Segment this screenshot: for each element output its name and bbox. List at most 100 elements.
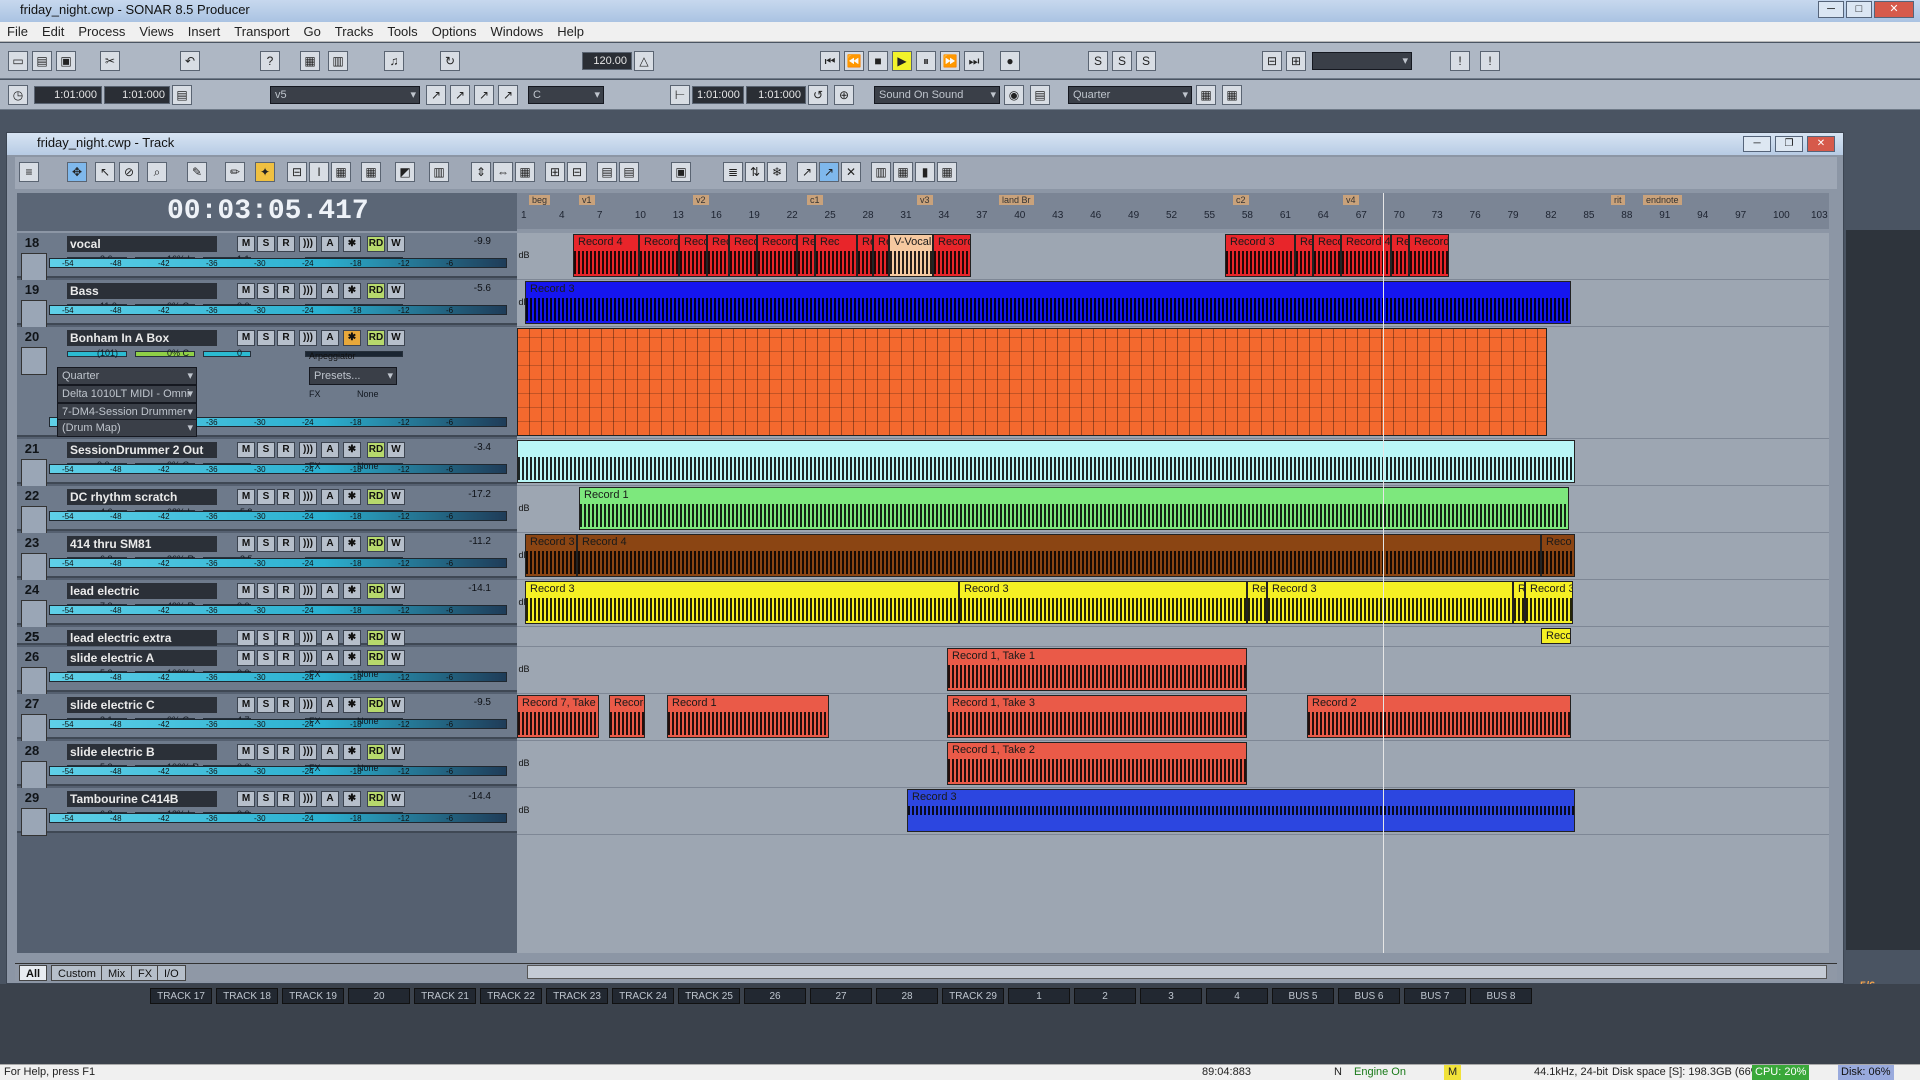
audio-clip[interactable]: Rec xyxy=(815,234,857,277)
audio-clip[interactable]: Record 3 xyxy=(525,281,1571,324)
track-option-button[interactable]: ))) xyxy=(299,442,317,458)
loop-icon[interactable]: ↻ xyxy=(440,51,460,71)
track-s-button[interactable]: S xyxy=(257,697,275,713)
track-option-button[interactable]: ))) xyxy=(299,744,317,760)
track-a-button[interactable]: A xyxy=(321,330,339,346)
quantize-combo[interactable]: Quarter xyxy=(57,367,197,385)
fast-forward-icon[interactable]: ⏩ xyxy=(940,51,960,71)
track-w-button[interactable]: W xyxy=(387,650,405,666)
smart-tool-icon[interactable]: ✥ xyxy=(67,162,87,182)
automation-tool-icon[interactable]: ✦ xyxy=(255,162,275,182)
console-strip-label[interactable]: TRACK 17 xyxy=(150,988,212,1004)
pause-icon[interactable]: ⏸ xyxy=(916,51,936,71)
close-icon[interactable]: ✕ xyxy=(1874,1,1914,18)
track-header[interactable]: 22DC rhythm scratchMSR)))A✱RDW-17.2-4.66… xyxy=(17,486,517,534)
crossfade-icon[interactable]: ✕ xyxy=(841,162,861,182)
track-gain-slider[interactable] xyxy=(203,351,251,357)
track-r-button[interactable]: R xyxy=(277,744,295,760)
track-a-button[interactable]: A xyxy=(321,489,339,505)
waveform-icon[interactable]: ▥ xyxy=(871,162,891,182)
track-option-button[interactable]: ✱ xyxy=(343,744,361,760)
track-option-button[interactable]: ✱ xyxy=(343,630,361,646)
track-header[interactable]: 27slide electric CMSR)))A✱RDW-9.5-3.10% … xyxy=(17,694,517,742)
menu-go[interactable]: Go xyxy=(296,22,327,41)
track-r-button[interactable]: R xyxy=(277,236,295,252)
menu-tools[interactable]: Tools xyxy=(380,22,424,41)
track-rd-button[interactable]: RD xyxy=(367,583,385,599)
new-file-icon[interactable]: ▭ xyxy=(8,51,28,71)
track-option-button[interactable]: ))) xyxy=(299,489,317,505)
track-a-button[interactable]: A xyxy=(321,791,339,807)
menu-options[interactable]: Options xyxy=(425,22,484,41)
track-lane[interactable]: dB xyxy=(517,439,1829,486)
console-icon[interactable]: ▤ xyxy=(619,162,639,182)
track-name[interactable]: Bass xyxy=(67,283,217,299)
menu-insert[interactable]: Insert xyxy=(181,22,228,41)
draw-tool-icon[interactable]: ✎ xyxy=(187,162,207,182)
zoom-out-icon[interactable]: ⊟ xyxy=(567,162,587,182)
track-r-button[interactable]: R xyxy=(277,442,295,458)
console-strip-label[interactable]: TRACK 19 xyxy=(282,988,344,1004)
track-m-button[interactable]: M xyxy=(237,489,255,505)
keyboard-icon[interactable]: ▦ xyxy=(937,162,957,182)
marker-combo[interactable] xyxy=(1312,52,1412,70)
track-lane[interactable]: dB xyxy=(517,327,1829,439)
track-s-button[interactable]: S xyxy=(257,744,275,760)
punch-icon[interactable]: ⊕ xyxy=(834,85,854,105)
track-s-button[interactable]: S xyxy=(257,630,275,646)
track-lane[interactable]: dB Record 4 Record 2 Reco Rec Reco Record 2 Rec… xyxy=(517,233,1829,280)
audio-clip[interactable]: Reco xyxy=(679,234,707,277)
track-lane[interactable]: dB Record 1 xyxy=(517,486,1829,533)
track-lane[interactable]: dB Record 3 xyxy=(517,788,1829,835)
undo-icon[interactable]: ↶ xyxy=(180,51,200,71)
zoom-in-icon[interactable]: ⊞ xyxy=(545,162,565,182)
audio-clip[interactable]: Record 1 xyxy=(667,695,829,738)
record-icon[interactable]: ● xyxy=(1000,51,1020,71)
track-s-button[interactable]: S xyxy=(257,791,275,807)
track-a-button[interactable]: A xyxy=(321,630,339,646)
track-s-button[interactable]: S xyxy=(257,442,275,458)
track-header[interactable]: 26slide electric AMSR)))A✱RDW-5.2100% L0… xyxy=(17,647,517,695)
tab-custom[interactable]: Custom xyxy=(51,965,103,981)
grid-icon[interactable]: ⊞ xyxy=(1286,51,1306,71)
fit-project-icon[interactable]: ⇔ xyxy=(493,162,513,182)
solo-override-icon[interactable]: S xyxy=(1136,51,1156,71)
track-name[interactable]: lead electric extra xyxy=(67,630,217,646)
record-mode-combo[interactable]: Sound On Sound xyxy=(874,86,1000,104)
track-rd-button[interactable]: RD xyxy=(367,236,385,252)
track-m-button[interactable]: M xyxy=(237,583,255,599)
tw-close-icon[interactable]: ✕ xyxy=(1807,136,1835,152)
track-header[interactable]: 29Tambourine C414BMSR)))A✱RDW-14.4-6.813… xyxy=(17,788,517,836)
track-r-button[interactable]: R xyxy=(277,650,295,666)
track-w-button[interactable]: W xyxy=(387,697,405,713)
tab-io[interactable]: I/O xyxy=(157,965,186,981)
record-settings-icon[interactable]: ▤ xyxy=(1030,85,1050,105)
snap-tool-icon[interactable]: ⊟ xyxy=(287,162,307,182)
track-lane[interactable]: dB Record 1, Take 1 xyxy=(517,647,1829,694)
marker-v3[interactable]: v3 xyxy=(917,195,933,205)
metronome-icon[interactable]: △ xyxy=(634,51,654,71)
track-w-button[interactable]: W xyxy=(387,330,405,346)
snap-grid-icon[interactable]: ▦ xyxy=(1196,85,1216,105)
track-a-button[interactable]: A xyxy=(321,583,339,599)
audio-clip[interactable]: Record xyxy=(609,695,645,738)
audio-clip[interactable]: Reco xyxy=(1391,234,1409,277)
mute-tool-icon[interactable]: ⊘ xyxy=(119,162,139,182)
track-option-button[interactable]: ✱ xyxy=(343,697,361,713)
piano-icon[interactable]: ▦ xyxy=(893,162,913,182)
zoom-tool-icon[interactable]: ⌕ xyxy=(147,162,167,182)
track-rd-button[interactable]: RD xyxy=(367,630,385,646)
slip-icon[interactable]: ↗ xyxy=(797,162,817,182)
track-rd-button[interactable]: RD xyxy=(367,283,385,299)
track-name[interactable]: Tambourine C414B xyxy=(67,791,217,807)
track-option-button[interactable]: ))) xyxy=(299,536,317,552)
presets-combo[interactable]: Presets... xyxy=(309,367,397,385)
show-all-icon[interactable]: ▦ xyxy=(515,162,535,182)
inspector-icon[interactable]: ▣ xyxy=(671,162,691,182)
track-r-button[interactable]: R xyxy=(277,791,295,807)
track-w-button[interactable]: W xyxy=(387,744,405,760)
tab-mix[interactable]: Mix xyxy=(101,965,133,981)
maximize-icon[interactable]: □ xyxy=(1846,1,1872,18)
audio-clip[interactable]: Rec xyxy=(1247,581,1267,624)
audio-clip[interactable]: R xyxy=(1513,581,1525,624)
